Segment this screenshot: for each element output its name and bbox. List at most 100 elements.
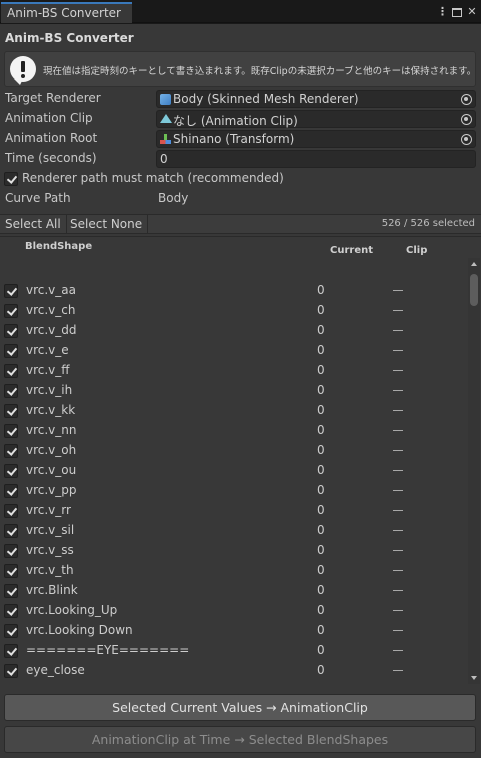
blendshape-checkbox[interactable] <box>4 424 18 438</box>
clip-value-empty-dash <box>393 490 403 491</box>
column-clip: Clip <box>406 245 428 256</box>
blendshape-row[interactable]: vrc.v_dd 0 <box>0 321 468 341</box>
blendshape-checkbox[interactable] <box>4 524 18 538</box>
blendshape-name: vrc.v_th <box>26 563 74 577</box>
object-picker-icon[interactable] <box>461 134 472 145</box>
animation-clip-field[interactable]: なし (Animation Clip) <box>156 110 476 128</box>
blendshape-row[interactable]: vrc.v_nn 0 <box>0 421 468 441</box>
blendshape-row[interactable]: vrc.v_pp 0 <box>0 481 468 501</box>
tab-bar: Anim-BS Converter ⋮ ✕ <box>0 0 481 23</box>
scroll-up-arrow-icon[interactable] <box>471 262 477 266</box>
select-all-button[interactable]: Select All <box>0 215 67 234</box>
blendshape-checkbox[interactable] <box>4 664 18 678</box>
current-value: 0 <box>317 303 325 317</box>
select-none-button[interactable]: Select None <box>65 215 149 234</box>
animation-clip-icon <box>160 114 172 123</box>
blendshape-row[interactable]: vrc.v_ch 0 <box>0 301 468 321</box>
renderer-path-checkbox[interactable] <box>4 172 18 186</box>
blendshape-checkbox[interactable] <box>4 464 18 478</box>
time-input[interactable]: 0 <box>156 150 476 168</box>
clip-value-empty-dash <box>393 470 403 471</box>
clip-value-empty-dash <box>393 530 403 531</box>
blendshape-name: vrc.v_pp <box>26 483 77 497</box>
time-value: 0 <box>160 152 168 166</box>
close-icon[interactable]: ✕ <box>467 4 477 20</box>
blendshape-name: vrc.v_ch <box>26 303 76 317</box>
blendshape-checkbox[interactable] <box>4 604 18 618</box>
blendshape-name: vrc.v_kk <box>26 403 76 417</box>
current-value: 0 <box>317 543 325 557</box>
blendshape-checkbox[interactable] <box>4 644 18 658</box>
blendshape-checkbox[interactable] <box>4 324 18 338</box>
curve-path-value: Body <box>158 191 189 205</box>
animation-root-value: Shinano (Transform) <box>173 132 295 146</box>
blendshape-checkbox[interactable] <box>4 284 18 298</box>
clip-value-empty-dash <box>393 350 403 351</box>
scroll-down-arrow-icon[interactable] <box>471 676 477 680</box>
current-value: 0 <box>317 643 325 657</box>
blendshape-checkbox[interactable] <box>4 304 18 318</box>
blendshape-checkbox[interactable] <box>4 624 18 638</box>
blendshape-name: vrc.v_dd <box>26 323 77 337</box>
animation-root-label: Animation Root <box>5 131 98 145</box>
blendshape-checkbox[interactable] <box>4 384 18 398</box>
blendshape-row[interactable]: vrc.v_oh 0 <box>0 441 468 461</box>
blendshape-row[interactable]: vrc.v_sil 0 <box>0 521 468 541</box>
transform-icon <box>160 134 171 145</box>
blendshape-row[interactable]: eye_close_L 0 <box>0 681 468 684</box>
current-value: 0 <box>317 343 325 357</box>
blendshape-name: vrc.v_ou <box>26 463 77 477</box>
write-to-clip-button[interactable]: Selected Current Values → AnimationClip <box>4 694 476 721</box>
blendshape-row[interactable]: =======EYE======= 0 <box>0 641 468 661</box>
blendshape-checkbox[interactable] <box>4 344 18 358</box>
blendshape-list[interactable]: vrc.v_aa 0 vrc.v_ch 0 vrc.v_dd 0 vrc.v_e 0 vrc.v… <box>0 258 468 684</box>
clip-value-empty-dash <box>393 570 403 571</box>
maximize-icon[interactable] <box>452 7 462 17</box>
blendshape-row[interactable]: vrc.Looking_Up 0 <box>0 601 468 621</box>
blendshape-row[interactable]: vrc.v_th 0 <box>0 561 468 581</box>
read-from-clip-button[interactable]: AnimationClip at Time → Selected BlendSh… <box>4 726 476 753</box>
clip-value-empty-dash <box>393 430 403 431</box>
blendshape-row[interactable]: vrc.v_kk 0 <box>0 401 468 421</box>
blendshape-row[interactable]: vrc.v_e 0 <box>0 341 468 361</box>
blendshape-checkbox[interactable] <box>4 584 18 598</box>
list-header: BlendShape Current Clip <box>0 236 481 258</box>
clip-value-empty-dash <box>393 410 403 411</box>
current-value: 0 <box>317 423 325 437</box>
blendshape-checkbox[interactable] <box>4 404 18 418</box>
clip-value-empty-dash <box>393 550 403 551</box>
blendshape-name: vrc.v_aa <box>26 283 76 297</box>
blendshape-checkbox[interactable] <box>4 504 18 518</box>
blendshape-row[interactable]: eye_close 0 <box>0 661 468 681</box>
current-value: 0 <box>317 683 325 684</box>
renderer-path-toggle-row: Renderer path must match (recommended) <box>0 170 481 188</box>
blendshape-row[interactable]: vrc.Blink 0 <box>0 581 468 601</box>
blendshape-row[interactable]: vrc.v_ih 0 <box>0 381 468 401</box>
blendshape-row[interactable]: vrc.Looking Down 0 <box>0 621 468 641</box>
blendshape-row[interactable]: vrc.v_rr 0 <box>0 501 468 521</box>
blendshape-checkbox[interactable] <box>4 364 18 378</box>
blendshape-row[interactable]: vrc.v_ff 0 <box>0 361 468 381</box>
blendshape-checkbox[interactable] <box>4 544 18 558</box>
blendshape-checkbox[interactable] <box>4 484 18 498</box>
help-box: 現在値は指定時刻のキーとして書き込まれます。既存Clipの未選択カーブと他のキー… <box>4 51 476 87</box>
blendshape-name: vrc.v_e <box>26 343 69 357</box>
clip-value-empty-dash <box>393 290 403 291</box>
list-scrollbar[interactable] <box>468 258 480 684</box>
info-bubble-icon <box>10 56 36 85</box>
animation-root-field[interactable]: Shinano (Transform) <box>156 130 476 148</box>
blendshape-checkbox[interactable] <box>4 444 18 458</box>
window-tab[interactable]: Anim-BS Converter <box>1 2 132 23</box>
renderer-path-label[interactable]: Renderer path must match (recommended) <box>22 171 284 185</box>
blendshape-name: vrc.v_rr <box>26 503 71 517</box>
target-renderer-field[interactable]: Body (Skinned Mesh Renderer) <box>156 90 476 108</box>
blendshape-row[interactable]: vrc.v_ou 0 <box>0 461 468 481</box>
more-icon[interactable]: ⋮ <box>437 4 448 20</box>
object-picker-icon[interactable] <box>461 114 472 125</box>
scroll-thumb[interactable] <box>470 274 478 306</box>
blendshape-row[interactable]: vrc.v_aa 0 <box>0 281 468 301</box>
window-actions: ⋮ ✕ <box>437 3 477 21</box>
blendshape-checkbox[interactable] <box>4 564 18 578</box>
blendshape-row[interactable]: vrc.v_ss 0 <box>0 541 468 561</box>
object-picker-icon[interactable] <box>461 94 472 105</box>
